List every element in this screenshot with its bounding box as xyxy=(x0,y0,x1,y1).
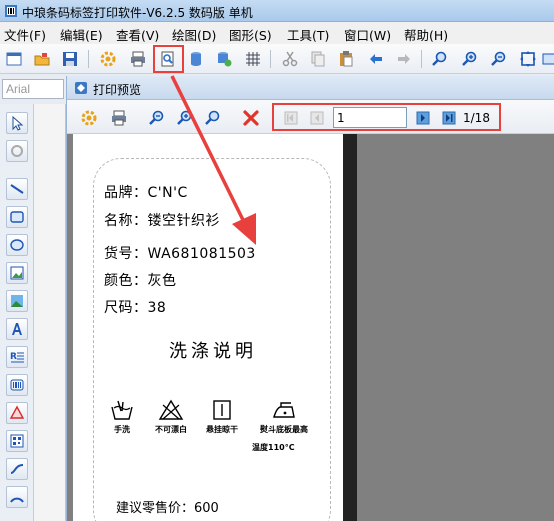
print-preview-window: 打印预览 1/18 品牌：C'N'C 名称：镂空针织衫 货号：WA6810815… xyxy=(66,76,554,521)
retail-price: 建议零售价：600 xyxy=(116,501,219,516)
line-dry-icon xyxy=(213,400,231,420)
last-page-icon[interactable] xyxy=(439,108,459,128)
settings-gear-icon[interactable] xyxy=(98,49,118,69)
sku-field: 货号：WA681081503 xyxy=(104,246,256,262)
fit-width-icon[interactable] xyxy=(540,49,554,69)
care-label: 不可漂白 xyxy=(155,425,187,434)
previous-page-icon[interactable] xyxy=(307,108,327,128)
preview-print-icon[interactable] xyxy=(109,108,129,128)
care-item: 手洗 xyxy=(97,399,147,435)
care-label: 熨斗底板最高 xyxy=(260,425,308,434)
save-icon[interactable] xyxy=(60,49,80,69)
preview-zoom-icon[interactable] xyxy=(147,108,167,128)
toolbar-separator xyxy=(270,50,271,68)
toolbar-separator xyxy=(421,50,422,68)
menu-tools[interactable]: 工具(T) xyxy=(287,25,329,44)
menu-help[interactable]: 帮助(H) xyxy=(404,25,448,44)
undo-icon[interactable] xyxy=(366,49,386,69)
preview-toolbar: 1/18 xyxy=(67,100,554,134)
brand-field: 品牌：C'N'C xyxy=(104,185,188,201)
rotate-icon[interactable] xyxy=(6,140,28,162)
iron-icon xyxy=(273,402,295,418)
copy-icon[interactable] xyxy=(308,49,328,69)
zoom-icon[interactable] xyxy=(430,49,450,69)
curve-tool-icon[interactable] xyxy=(6,458,28,480)
next-page-icon[interactable] xyxy=(413,108,433,128)
care-item: 熨斗底板最高 xyxy=(254,399,314,435)
menu-window[interactable]: 窗口(W) xyxy=(344,25,391,44)
do-not-bleach-icon xyxy=(158,399,184,420)
rectangle-tool-icon[interactable] xyxy=(6,206,28,228)
window-titlebar: 中琅条码标签打印软件-V6.2.5 数码版 单机 xyxy=(0,0,554,22)
page-count: 1/18 xyxy=(463,111,490,125)
preview-window-icon xyxy=(75,82,87,94)
care-item: 悬挂晾干 xyxy=(197,399,247,435)
name-field: 名称：镂空针织衫 xyxy=(104,213,220,229)
page-number-input[interactable] xyxy=(333,107,407,128)
first-page-icon[interactable] xyxy=(281,108,301,128)
paste-icon[interactable] xyxy=(336,49,356,69)
care-label: 悬挂晾干 xyxy=(206,425,238,434)
preview-titlebar: 打印预览 xyxy=(67,76,554,100)
image-tool-icon[interactable] xyxy=(6,262,28,284)
select-pointer-icon[interactable] xyxy=(6,112,28,134)
drawing-tools-palette: R xyxy=(0,104,34,521)
picture-tool-icon[interactable] xyxy=(6,290,28,312)
svg-text:R: R xyxy=(10,352,17,362)
care-label: 手洗 xyxy=(114,425,130,434)
line-tool-icon[interactable] xyxy=(6,178,28,200)
menu-view[interactable]: 查看(V) xyxy=(116,25,159,44)
menu-file[interactable]: 文件(F) xyxy=(4,25,46,44)
database-icon[interactable] xyxy=(186,49,206,69)
menu-bar: 文件(F) 编辑(E) 查看(V) 绘图(D) 图形(S) 工具(T) 窗口(W… xyxy=(0,22,554,44)
preview-zoom-in-icon[interactable] xyxy=(175,108,195,128)
menu-shape[interactable]: 图形(S) xyxy=(229,25,272,44)
print-icon[interactable] xyxy=(128,49,148,69)
redo-icon[interactable] xyxy=(394,49,414,69)
preview-zoom-out-icon[interactable] xyxy=(203,108,223,128)
main-toolbar xyxy=(0,44,554,74)
print-preview-highlight xyxy=(153,45,184,73)
zoom-out-icon[interactable] xyxy=(489,49,509,69)
window-title: 中琅条码标签打印软件-V6.2.5 数码版 单机 xyxy=(22,6,253,20)
cut-icon[interactable] xyxy=(280,49,300,69)
preview-canvas: 品牌：C'N'C 名称：镂空针织衫 货号：WA681081503 颜色：灰色 尺… xyxy=(67,134,554,521)
menu-draw[interactable]: 绘图(D) xyxy=(172,25,216,44)
toolbar-separator xyxy=(88,50,89,68)
barcode-tool-icon[interactable] xyxy=(6,374,28,396)
print-settings-gear-icon[interactable] xyxy=(79,108,99,128)
grid-icon[interactable] xyxy=(243,49,263,69)
new-file-icon[interactable] xyxy=(4,49,24,69)
arc-tool-icon[interactable] xyxy=(6,486,28,508)
hand-wash-icon xyxy=(111,400,133,420)
fit-page-icon[interactable] xyxy=(518,49,538,69)
text-tool-icon[interactable] xyxy=(6,318,28,340)
preview-page: 品牌：C'N'C 名称：镂空针织衫 货号：WA681081503 颜色：灰色 尺… xyxy=(73,134,343,521)
label-outline: 品牌：C'N'C 名称：镂空针织衫 货号：WA681081503 颜色：灰色 尺… xyxy=(93,158,331,521)
polygon-tool-icon[interactable] xyxy=(6,402,28,424)
care-item: 不可漂白 xyxy=(146,399,196,435)
close-preview-icon[interactable] xyxy=(241,108,261,128)
preview-title: 打印预览 xyxy=(93,83,142,97)
zoom-in-icon[interactable] xyxy=(460,49,480,69)
ellipse-tool-icon[interactable] xyxy=(6,234,28,256)
menu-edit[interactable]: 编辑(E) xyxy=(60,25,103,44)
app-icon xyxy=(5,5,17,17)
preview-page-edge xyxy=(343,134,357,521)
color-field: 颜色：灰色 xyxy=(104,273,177,289)
size-field: 尺码：38 xyxy=(104,300,167,316)
database-settings-icon[interactable] xyxy=(214,49,234,69)
qr-code-tool-icon[interactable] xyxy=(6,430,28,452)
paragraph-text-icon[interactable]: R xyxy=(6,346,28,368)
care-instructions-title: 洗涤说明 xyxy=(169,341,257,362)
font-family-select[interactable]: Arial xyxy=(2,79,64,99)
vertical-ruler xyxy=(34,104,66,521)
iron-temperature-label: 温度110°C xyxy=(252,443,295,452)
open-folder-icon[interactable] xyxy=(32,49,52,69)
